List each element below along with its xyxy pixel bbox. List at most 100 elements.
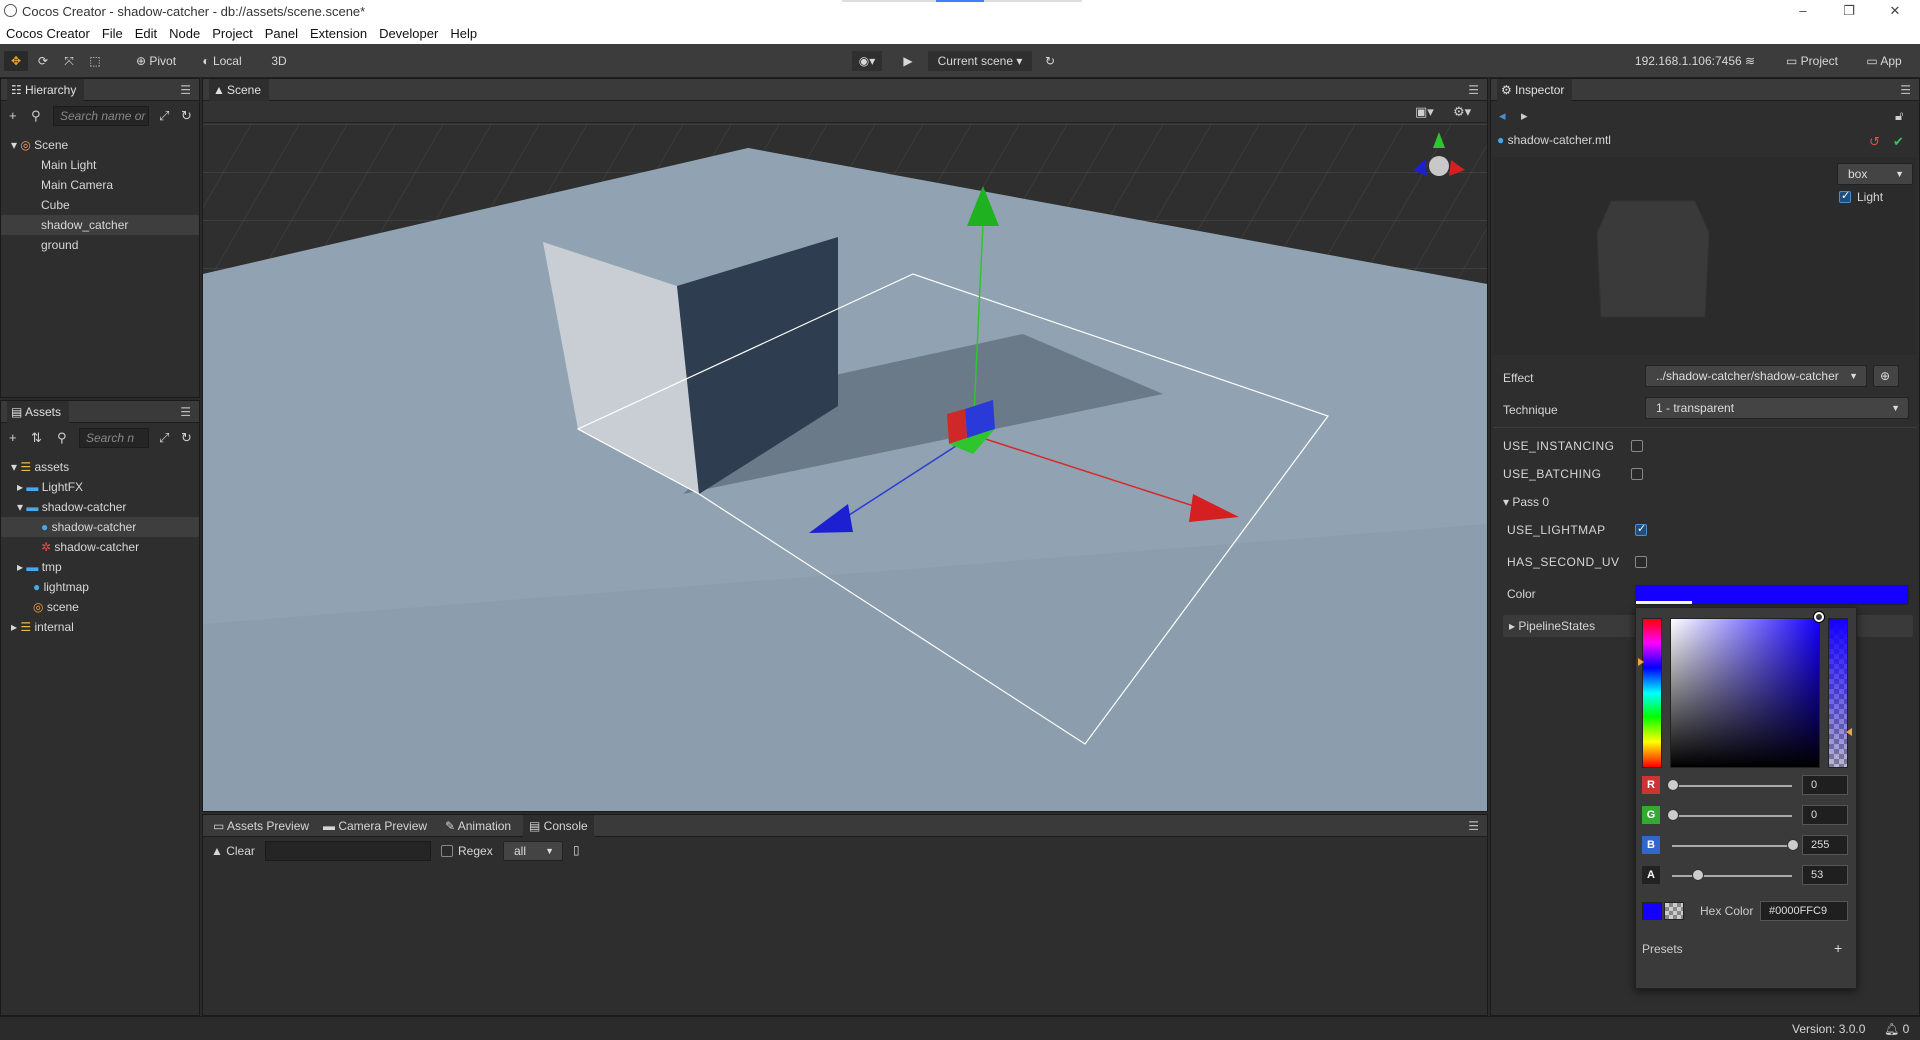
add-node-icon[interactable]: +: [9, 109, 17, 123]
refresh-icon[interactable]: ↻: [1040, 51, 1060, 71]
menu-file[interactable]: File: [96, 26, 129, 41]
asset-item-shadow-catcher-folder[interactable]: ▾ ▬ shadow-catcher: [1, 497, 199, 517]
local-button[interactable]: ◐ Local: [194, 51, 250, 71]
tree-item-shadow-catcher[interactable]: shadow_catcher: [1, 215, 199, 235]
3d-toggle-button[interactable]: 3D: [264, 51, 294, 71]
back-arrow-icon[interactable]: ◂: [1499, 109, 1506, 123]
inspector-menu-icon[interactable]: ☰: [1900, 83, 1911, 97]
channel-b-input[interactable]: 255: [1802, 835, 1848, 855]
hierarchy-search-input[interactable]: Search name or: [53, 106, 149, 126]
effect-dropdown[interactable]: ../shadow-catcher/shadow-catcher ▼: [1645, 365, 1867, 387]
channel-r-track[interactable]: [1672, 785, 1792, 787]
channel-g-input[interactable]: 0: [1802, 805, 1848, 825]
menu-help[interactable]: Help: [444, 26, 483, 41]
rect-tool-icon[interactable]: ⬚: [84, 51, 106, 71]
console-filter-input[interactable]: [265, 841, 431, 861]
menu-cocos-creator[interactable]: Cocos Creator: [0, 26, 96, 41]
clear-button[interactable]: ▲ Clear: [211, 844, 255, 858]
channel-g-track[interactable]: [1672, 815, 1792, 817]
lock-icon[interactable]: 🔓︎: [1895, 109, 1903, 123]
scene-select-dropdown[interactable]: Current scene ▾: [928, 51, 1032, 71]
minimize-button[interactable]: –: [1780, 0, 1826, 22]
menu-node[interactable]: Node: [163, 26, 206, 41]
platform-globe-icon[interactable]: ◉▾: [852, 51, 882, 71]
tab-scene[interactable]: ▲ Scene: [209, 79, 270, 101]
color-swatch[interactable]: [1635, 585, 1909, 605]
menu-project[interactable]: Project: [206, 26, 258, 41]
technique-dropdown[interactable]: 1 - transparent ▼: [1645, 397, 1909, 419]
menu-panel[interactable]: Panel: [259, 26, 304, 41]
tree-item-cube[interactable]: Cube: [1, 195, 199, 215]
scene-viewport[interactable]: [203, 124, 1487, 811]
sort-icon[interactable]: ⇅: [31, 431, 42, 445]
project-button[interactable]: ▭ Project: [1780, 51, 1844, 71]
asset-item-scene[interactable]: ◎ scene: [1, 597, 199, 617]
camera-settings-icon[interactable]: ▣▾: [1415, 105, 1434, 119]
console-menu-icon[interactable]: ☰: [1468, 819, 1479, 833]
asset-item-lightfx[interactable]: ▸ ▬ LightFX: [1, 477, 199, 497]
log-level-dropdown[interactable]: all ▼: [503, 841, 563, 861]
use-instancing-checkbox[interactable]: [1631, 440, 1643, 452]
close-button[interactable]: ✕: [1872, 0, 1918, 22]
add-preset-button[interactable]: +: [1834, 940, 1842, 956]
tree-item-main-light[interactable]: Main Light: [1, 155, 199, 175]
light-checkbox[interactable]: [1839, 189, 1851, 203]
tab-camera-preview[interactable]: ▬ Camera Preview: [317, 815, 433, 837]
hue-slider[interactable]: [1642, 618, 1662, 768]
forward-arrow-icon[interactable]: ▸: [1521, 109, 1528, 123]
tree-item-main-camera[interactable]: Main Camera: [1, 175, 199, 195]
menu-edit[interactable]: Edit: [129, 26, 163, 41]
scene-menu-icon[interactable]: ☰: [1468, 83, 1479, 97]
rotate-tool-icon[interactable]: ⟳: [32, 51, 54, 71]
use-lightmap-checkbox[interactable]: [1635, 522, 1647, 536]
regex-checkbox[interactable]: [441, 845, 453, 857]
pivot-button[interactable]: ⊕ Pivot: [128, 51, 184, 71]
hierarchy-menu-icon[interactable]: ☰: [180, 83, 191, 97]
use-batching-checkbox[interactable]: [1631, 468, 1643, 480]
asset-item-tmp[interactable]: ▸ ▬ tmp: [1, 557, 199, 577]
refresh-hierarchy-icon[interactable]: ↻: [181, 109, 192, 123]
maximize-button[interactable]: ❐: [1826, 0, 1872, 22]
channel-b-knob[interactable]: [1787, 839, 1799, 851]
apply-check-icon[interactable]: ✔: [1893, 135, 1904, 149]
hex-color-input[interactable]: #0000FFC9: [1760, 901, 1848, 921]
asset-item-shadow-catcher-material[interactable]: ● shadow-catcher: [1, 517, 199, 537]
app-button[interactable]: ▭ App: [1860, 51, 1908, 71]
channel-b-track[interactable]: [1672, 845, 1792, 847]
gizmo-center-icon[interactable]: [1429, 156, 1449, 176]
tree-item-ground[interactable]: ground: [1, 235, 199, 255]
gizmo-center-red[interactable]: [947, 409, 967, 444]
assets-menu-icon[interactable]: ☰: [180, 405, 191, 419]
search-icon[interactable]: ⚲: [31, 109, 41, 123]
channel-g-knob[interactable]: [1667, 809, 1679, 821]
tab-console[interactable]: ▤ Console: [523, 815, 594, 837]
add-asset-icon[interactable]: +: [9, 431, 17, 445]
menu-developer[interactable]: Developer: [373, 26, 444, 41]
channel-r-input[interactable]: 0: [1802, 775, 1848, 795]
revert-icon[interactable]: ↺: [1869, 135, 1880, 149]
move-tool-icon[interactable]: ✥: [4, 51, 28, 71]
tree-item-scene[interactable]: ▾ ◎ Scene: [1, 135, 199, 155]
tab-animation[interactable]: ✎ Animation: [439, 815, 517, 837]
asset-item-internal[interactable]: ▸ ☰ internal: [1, 617, 199, 637]
asset-item-lightmap[interactable]: ● lightmap: [1, 577, 199, 597]
color-cursor-icon[interactable]: [1814, 612, 1824, 622]
expand-icon[interactable]: ⤢: [159, 109, 169, 123]
tab-assets[interactable]: ▤ Assets: [7, 401, 70, 423]
saturation-value-area[interactable]: [1670, 618, 1820, 768]
refresh-assets-icon[interactable]: ↻: [181, 431, 192, 445]
asset-item-shadow-catcher-effect[interactable]: ✲ shadow-catcher: [1, 537, 199, 557]
gear-icon[interactable]: ⚙▾: [1453, 105, 1471, 119]
alpha-marker-icon[interactable]: [1846, 728, 1852, 736]
menu-extension[interactable]: Extension: [304, 26, 373, 41]
alpha-slider[interactable]: [1828, 618, 1848, 768]
tab-assets-preview[interactable]: ▭ Assets Preview: [207, 815, 315, 837]
notification-bell[interactable]: 🔔︎ 0: [1884, 1022, 1909, 1036]
preview-shape-dropdown[interactable]: box ▼: [1837, 163, 1913, 185]
search-icon[interactable]: ⚲: [57, 431, 67, 445]
play-icon[interactable]: ▶: [898, 51, 918, 71]
channel-a-input[interactable]: 53: [1802, 865, 1848, 885]
assets-search-input[interactable]: Search n: [79, 428, 149, 448]
locate-effect-icon[interactable]: ⊕: [1873, 365, 1899, 387]
channel-r-knob[interactable]: [1667, 779, 1679, 791]
